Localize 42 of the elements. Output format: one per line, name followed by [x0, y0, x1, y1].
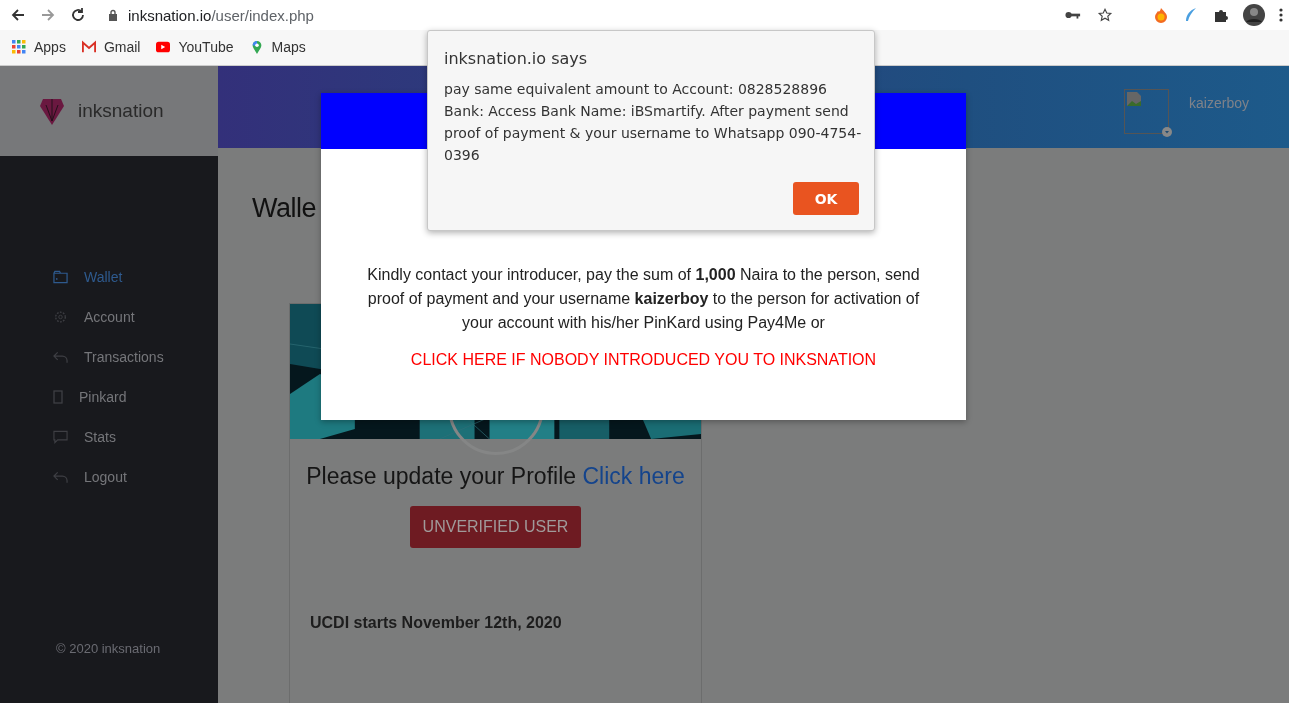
puzzle-icon[interactable] [1213, 7, 1229, 23]
return-arrow-icon [53, 469, 68, 484]
star-icon[interactable] [1097, 8, 1113, 22]
play-icon [156, 40, 171, 54]
forward-icon[interactable] [40, 7, 56, 23]
sidebar-item[interactable]: Stats [53, 426, 218, 447]
broken-image-icon [1126, 91, 1143, 107]
bookmark[interactable]: Maps [249, 39, 306, 55]
page-heading: Walle [252, 192, 316, 225]
mail-icon [81, 40, 96, 54]
no-introducer-link[interactable]: CLICK HERE IF NOBODY INTRODUCED YOU TO INKSNATION [410, 351, 877, 369]
bookmark[interactable]: Gmail [81, 39, 141, 55]
alert-message: pay same equivalent amount to Account: 0828528896 Bank: Access Bank Name: iBSmartify. After payment send proof of payment & your username to Whatsapp 090-4754-0396 [444, 80, 863, 165]
profile-avatar-icon[interactable] [1243, 4, 1265, 26]
reload-icon[interactable] [70, 7, 86, 23]
sidebar-item[interactable]: Transactions [53, 346, 218, 367]
bookmark[interactable]: YouTube [156, 39, 234, 55]
alert-title: inksnation.io says [444, 49, 589, 68]
profile-link[interactable]: Click here [582, 463, 685, 489]
back-icon[interactable] [10, 7, 26, 23]
feather-icon[interactable] [1183, 7, 1199, 23]
bookmark[interactable]: Apps [12, 39, 66, 55]
menu-icon[interactable] [1279, 7, 1283, 23]
copyright-text: © 2020 inksnation [56, 641, 162, 656]
announcement-text: UCDI starts November 12th, 2020 [310, 614, 562, 632]
brand-name: inksnation [78, 100, 164, 122]
sidebar-item[interactable]: Logout [53, 466, 218, 487]
ok-button[interactable]: OK [793, 182, 859, 215]
lock-icon [108, 9, 118, 21]
gear-icon [53, 309, 68, 324]
chat-bubble-icon [53, 429, 68, 444]
sidebar-item[interactable]: Pinkard [53, 386, 218, 407]
card-icon [53, 389, 63, 404]
diamond-logo-icon [40, 96, 64, 126]
sidebar-item[interactable]: Account [53, 306, 218, 327]
return-arrow-icon [53, 349, 68, 364]
unverified-user-button[interactable]: UNVERIFIED USER [409, 506, 582, 548]
sidebar-item[interactable]: Wallet [53, 266, 218, 287]
activation-message: Kindly contact your introducer, pay the sum of 1,000 Naira to the person, send proof of payment and your username kaizerboy to the person for activation of your account with his/her PinKard using Pay4Me or [366, 265, 921, 333]
profile-prompt: Please update your Profile Click here [306, 463, 685, 490]
folder-icon [53, 269, 68, 284]
grid-icon [12, 40, 26, 54]
